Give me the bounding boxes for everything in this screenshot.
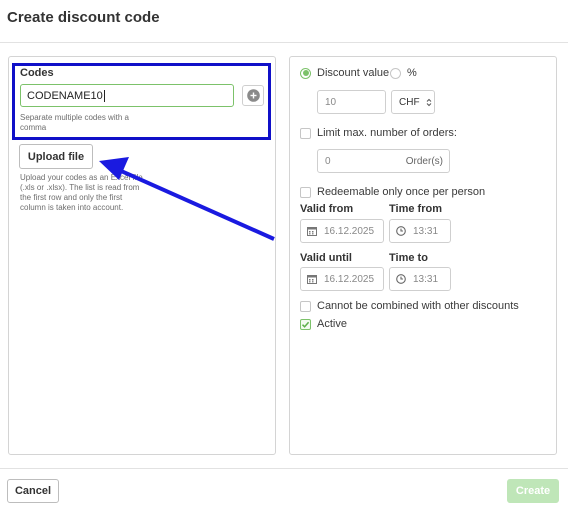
modal-title: Create discount code <box>7 9 160 26</box>
time-to-label: Time to <box>389 252 428 264</box>
create-button[interactable]: Create <box>507 479 559 503</box>
limit-orders-checkbox[interactable]: Limit max. number of orders: <box>300 127 457 139</box>
checkmark-icon <box>301 321 310 328</box>
calendar-icon <box>307 227 317 236</box>
settings-panel: Discount value % 10 CHF Limit max. numbe… <box>289 56 557 455</box>
redeem-once-checkbox[interactable]: Redeemable only once per person <box>300 186 485 198</box>
clock-icon <box>396 226 406 236</box>
radio-unselected-icon <box>390 67 401 79</box>
upload-file-button[interactable]: Upload file <box>19 144 93 169</box>
time-from-label: Time from <box>389 203 442 215</box>
checkbox-empty-icon <box>300 300 311 312</box>
discount-amount-input[interactable]: 10 <box>317 90 386 114</box>
time-from-input[interactable]: 13:31 <box>389 219 451 243</box>
checkbox-checked-icon <box>300 318 311 330</box>
time-to-input[interactable]: 13:31 <box>389 267 451 291</box>
footer-divider <box>0 468 568 469</box>
checkbox-empty-icon <box>300 127 311 139</box>
upload-hint: Upload your codes as an Excel file (.xls… <box>20 173 143 212</box>
select-arrows-icon <box>426 98 431 106</box>
no-combine-checkbox[interactable]: Cannot be combined with other discounts <box>300 300 519 312</box>
discount-percent-radio[interactable]: % <box>390 67 417 79</box>
discount-value-radio[interactable]: Discount value <box>300 67 389 79</box>
highlight-box <box>12 63 271 140</box>
clock-icon <box>396 274 406 284</box>
cancel-button[interactable]: Cancel <box>7 479 59 503</box>
max-orders-input[interactable]: 0 Order(s) <box>317 149 450 173</box>
currency-select[interactable]: CHF <box>391 90 435 114</box>
radio-selected-icon <box>300 67 311 79</box>
header-divider <box>0 42 568 43</box>
valid-until-date-input[interactable]: 16.12.2025 <box>300 267 384 291</box>
valid-until-label: Valid until <box>300 252 352 264</box>
checkbox-empty-icon <box>300 186 311 198</box>
calendar-icon <box>307 275 317 284</box>
valid-from-label: Valid from <box>300 203 354 215</box>
valid-from-date-input[interactable]: 16.12.2025 <box>300 219 384 243</box>
active-checkbox[interactable]: Active <box>300 318 347 330</box>
